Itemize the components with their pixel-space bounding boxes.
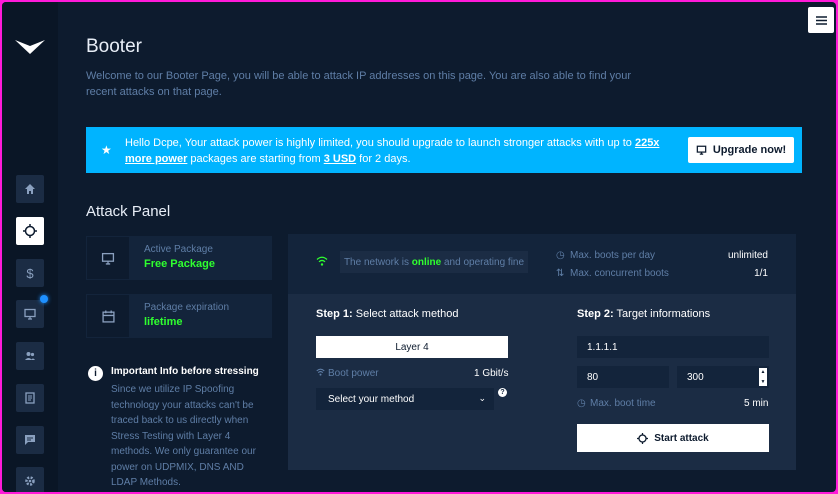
active-package-value: Free Package <box>144 258 215 270</box>
sidebar-item-settings[interactable] <box>16 467 44 492</box>
users-icon <box>25 352 35 360</box>
method-select[interactable]: Select your method ⌄ <box>316 388 494 410</box>
help-icon[interactable]: ? <box>498 388 507 397</box>
star-icon: ★ <box>101 143 112 157</box>
boot-power-label: Boot power <box>328 368 379 379</box>
sidebar-item-booter[interactable] <box>16 217 44 245</box>
chat-icon <box>25 435 35 445</box>
page-title: Booter <box>86 36 142 57</box>
wifi-icon <box>316 256 328 266</box>
step-2-title: Step 2: Target informations <box>577 308 711 320</box>
calendar-icon <box>101 310 115 323</box>
package-expiration-label: Package expiration <box>144 302 230 313</box>
attack-panel: The network is online and operating fine… <box>288 234 796 470</box>
start-attack-button[interactable]: Start attack <box>577 424 769 452</box>
max-boots-label: Max. boots per day <box>570 250 656 261</box>
notification-dot <box>40 295 48 303</box>
boot-power-value: 1 Gbit/s <box>474 368 509 379</box>
ip-input[interactable]: 1.1.1.1 <box>577 336 769 358</box>
sidebar: $ <box>2 2 58 492</box>
info-title: Important Info before stressing <box>111 366 259 377</box>
network-status-value: online <box>411 256 442 268</box>
time-input[interactable]: 300 ▲ ▼ <box>677 366 769 388</box>
package-expiration-card: Package expiration lifetime <box>86 294 272 338</box>
clock-icon: ◷ <box>577 398 586 409</box>
upgrade-button[interactable]: Upgrade now! <box>688 137 794 163</box>
logo-icon[interactable] <box>15 38 45 56</box>
start-attack-label: Start attack <box>654 432 709 444</box>
sidebar-item-support[interactable] <box>16 426 44 454</box>
sidebar-item-home[interactable] <box>16 175 44 203</box>
monitor-icon <box>696 145 707 155</box>
port-input[interactable]: 80 <box>577 366 669 388</box>
book-icon <box>25 392 35 404</box>
max-boot-time-value: 5 min <box>744 398 769 409</box>
package-expiration-value: lifetime <box>144 316 183 328</box>
network-status: The network is online and operating fine <box>340 251 528 273</box>
dollar-icon: $ <box>26 265 34 281</box>
sidebar-item-logs[interactable] <box>16 384 44 412</box>
upgrade-alert: ★ Hello Dcpe, Your attack power is highl… <box>86 127 802 173</box>
max-concurrent-label: Max. concurrent boots <box>570 268 669 279</box>
section-title: Attack Panel <box>86 203 171 220</box>
attack-form: Step 1: Select attack method Layer 4 Boo… <box>288 294 796 470</box>
price-link[interactable]: 3 USD <box>324 153 356 165</box>
clock-icon: ◷ <box>556 250 565 261</box>
active-package-label: Active Package <box>144 244 213 255</box>
page-intro: Welcome to our Booter Page, you will be … <box>86 70 632 98</box>
main-content: Booter Welcome to our Booter Page, you w… <box>58 2 836 492</box>
max-boot-time-label: Max. boot time <box>590 398 656 409</box>
sidebar-item-users[interactable] <box>16 342 44 370</box>
crosshair-icon <box>637 432 649 444</box>
crosshair-icon <box>23 224 37 238</box>
sort-icon: ⇅ <box>556 268 565 279</box>
chevron-down-icon: ⌄ <box>478 393 486 403</box>
monitor-icon <box>24 308 36 320</box>
wifi-icon <box>316 368 325 376</box>
step-1-title: Step 1: Select attack method <box>316 308 459 320</box>
max-boots-value: unlimited <box>727 250 768 261</box>
upgrade-label: Upgrade now! <box>712 144 787 156</box>
sidebar-item-monitor[interactable] <box>16 300 44 328</box>
active-package-card: Active Package Free Package <box>86 236 272 280</box>
gear-icon <box>25 476 35 486</box>
method-select-value: Select your method <box>328 393 415 405</box>
home-icon <box>25 184 35 194</box>
alert-message: Hello Dcpe, Your attack power is highly … <box>125 137 660 165</box>
layer-4-button[interactable]: Layer 4 <box>316 336 508 358</box>
sidebar-item-pricing[interactable]: $ <box>16 259 44 287</box>
info-text: Since we utilize IP Spoofing technology … <box>111 384 256 488</box>
app-frame: $ Booter Welcome to our Booter Page, you… <box>2 2 836 492</box>
info-icon: i <box>88 366 103 381</box>
time-input-value: 300 <box>687 371 704 383</box>
time-stepper[interactable]: ▲ ▼ <box>759 368 767 386</box>
monitor-icon <box>101 252 115 265</box>
max-concurrent-value: 1/1 <box>754 268 768 279</box>
